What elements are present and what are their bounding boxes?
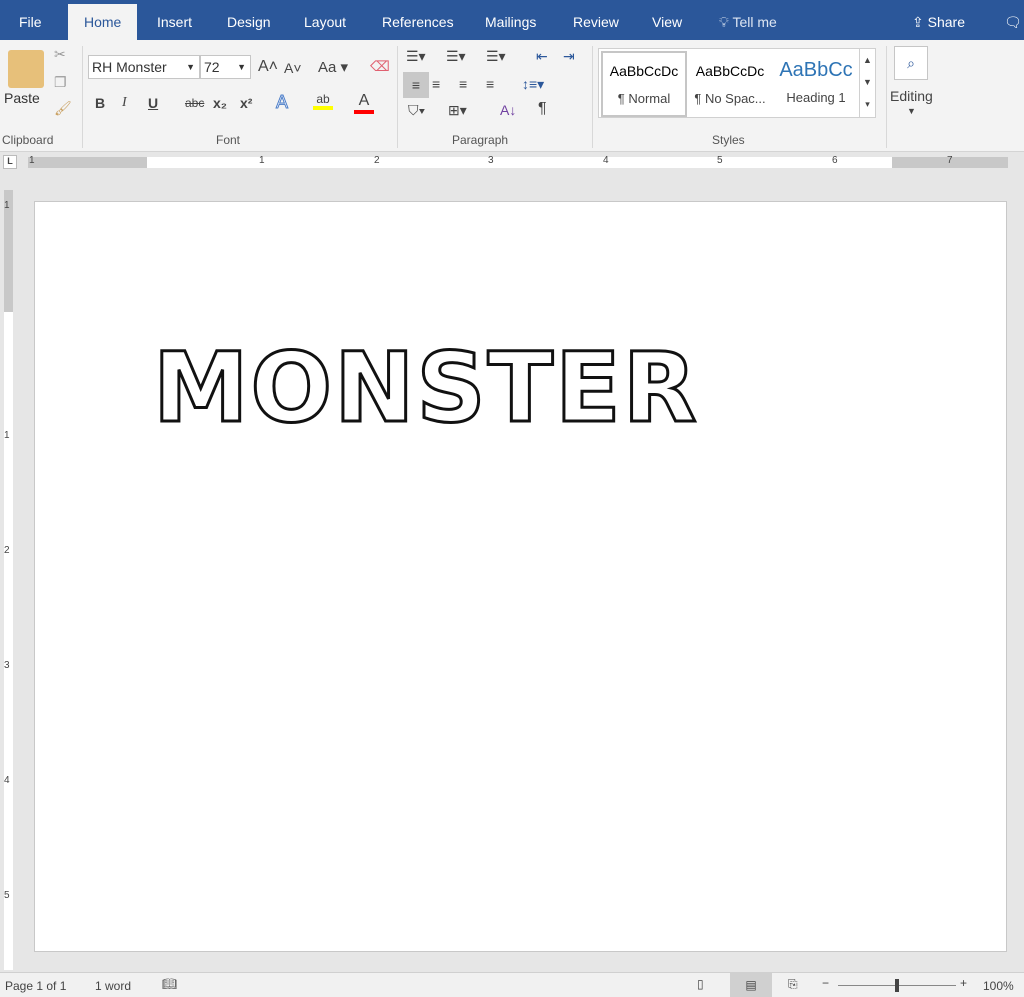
read-mode-icon[interactable]: ▯ [697, 977, 704, 991]
ruler-mark: 6 [832, 155, 838, 166]
copy-icon[interactable]: ❐ [54, 74, 67, 91]
editing-button[interactable]: Editing [890, 88, 933, 104]
comments-icon[interactable]: 🗨︎ [990, 0, 1024, 40]
decrease-indent-icon[interactable]: ⇤ [536, 48, 548, 65]
tab-home[interactable]: Home [68, 4, 138, 40]
ruler-mark: 1 [4, 430, 10, 441]
ruler-mark: 7 [947, 155, 953, 166]
italic-button[interactable]: I [122, 95, 127, 111]
tab-review[interactable]: Review [559, 0, 633, 40]
increase-indent-icon[interactable]: ⇥ [563, 48, 575, 65]
word-count[interactable]: 1 word [95, 979, 131, 993]
ruler-mark: 2 [374, 155, 380, 166]
align-right-icon[interactable]: ≡ [459, 76, 467, 92]
justify-icon[interactable]: ≡ [486, 76, 494, 92]
font-group-label: Font [216, 133, 241, 147]
ruler-mark: 1 [29, 155, 35, 166]
status-bar: Page 1 of 1 1 word 📖︎ ▯ ▤ ⎘ − + 100% [0, 972, 1024, 997]
tab-selector[interactable]: L [3, 155, 17, 169]
font-size-dropdown[interactable]: 72 ▼ [200, 55, 251, 79]
zoom-out-button[interactable]: − [822, 976, 829, 990]
strikethrough-button[interactable]: abc [185, 96, 204, 110]
borders-icon[interactable]: ⊞▾ [448, 102, 467, 119]
proofing-icon[interactable]: 📖︎ [162, 977, 177, 991]
text-effects-icon[interactable]: A [275, 92, 288, 113]
cut-icon[interactable]: ✂ [54, 46, 66, 63]
divider [886, 46, 887, 148]
tab-layout[interactable]: Layout [290, 0, 360, 40]
bullets-icon[interactable]: ☰▾ [406, 48, 426, 65]
ruler-mark: 5 [4, 890, 10, 901]
tab-design[interactable]: Design [213, 0, 285, 40]
shading-icon[interactable]: ⛉▾ [408, 102, 425, 119]
paragraph-group-label: Paragraph [452, 133, 509, 147]
zoom-level[interactable]: 100% [983, 979, 1014, 993]
print-layout-icon[interactable]: ▤ [730, 973, 772, 997]
clear-formatting-icon[interactable]: ⌫ [370, 58, 390, 75]
document-page[interactable]: MONSTER [34, 201, 1007, 952]
superscript-button[interactable]: x² [240, 95, 252, 111]
numbering-icon[interactable]: ☰▾ [446, 48, 466, 65]
underline-button[interactable]: U [148, 95, 158, 111]
sort-icon[interactable]: A↓ [500, 102, 516, 118]
tab-insert[interactable]: Insert [143, 0, 206, 40]
share-icon: ⇪ [912, 14, 924, 30]
chevron-down-icon: ▼ [907, 106, 916, 116]
show-formatting-icon[interactable]: ¶ [538, 100, 547, 118]
styles-group-label: Styles [712, 133, 745, 147]
divider [397, 46, 398, 148]
align-left-icon[interactable]: ≡ [403, 72, 429, 98]
bold-button[interactable]: B [95, 95, 105, 111]
styles-gallery: AaBbCcDc ¶ Normal AaBbCcDc ¶ No Spac... Aa… [598, 48, 876, 118]
zoom-slider-thumb[interactable] [895, 979, 899, 992]
font-name-dropdown[interactable]: RH Monster ▼ [88, 55, 200, 79]
ruler-mark: 2 [4, 545, 10, 556]
clipboard-group-label: Clipboard [2, 133, 54, 147]
vertical-ruler[interactable]: 1 1 2 3 4 5 [0, 190, 16, 970]
style-no-spacing[interactable]: AaBbCcDc ¶ No Spac... [687, 51, 773, 117]
tell-me[interactable]: 💡︎ Tell me [705, 0, 791, 40]
ruler-mark: 5 [717, 155, 723, 166]
divider [592, 46, 593, 148]
paste-icon[interactable] [8, 50, 44, 88]
highlight-icon[interactable]: ab [313, 92, 333, 110]
page-count[interactable]: Page 1 of 1 [5, 979, 66, 993]
divider [82, 46, 83, 148]
ruler-mark: 1 [4, 200, 10, 211]
tab-file[interactable]: File [5, 0, 56, 40]
ruler-mark: 4 [4, 775, 10, 786]
share-button[interactable]: ⇪ Share [898, 0, 979, 40]
search-icon[interactable]: ⌕ [894, 46, 928, 80]
tab-view[interactable]: View [638, 0, 696, 40]
ribbon-tabs: File Home Insert Design Layout Reference… [0, 0, 1024, 40]
tab-references[interactable]: References [368, 0, 468, 40]
lightbulb-icon: 💡︎ [719, 14, 729, 30]
font-color-icon[interactable]: A [354, 92, 374, 114]
format-painter-icon[interactable]: 🖌︎ [54, 100, 72, 117]
zoom-in-button[interactable]: + [960, 976, 967, 990]
change-case-button[interactable]: Aa ▾ [318, 58, 348, 76]
ruler-mark: 3 [488, 155, 494, 166]
chevron-down-icon: ▼ [186, 62, 195, 72]
grow-font-icon[interactable]: A˄ [258, 58, 278, 76]
ruler-mark: 4 [603, 155, 609, 166]
ruler-mark: 1 [259, 155, 265, 166]
multilevel-list-icon[interactable]: ☰▾ [486, 48, 506, 65]
style-normal[interactable]: AaBbCcDc ¶ Normal [601, 51, 687, 117]
styles-scroll[interactable]: ▲ ▼ ▾ [859, 49, 875, 117]
ribbon: Paste ✂ ❐ 🖌︎ Clipboard RH Monster ▼ 72 ▼ A… [0, 40, 1024, 152]
chevron-down-icon: ▼ [237, 62, 246, 72]
style-heading-1[interactable]: AaBbCc Heading 1 [773, 51, 859, 117]
subscript-button[interactable]: x₂ [213, 95, 227, 111]
tab-mailings[interactable]: Mailings [471, 0, 550, 40]
line-spacing-icon[interactable]: ↕≡▾ [522, 76, 544, 93]
paste-button[interactable]: Paste [4, 90, 40, 106]
align-center-icon[interactable]: ≡ [432, 76, 440, 92]
horizontal-ruler[interactable]: L 1 1 2 3 4 5 6 7 [0, 152, 1024, 172]
shrink-font-icon[interactable]: A˅ [284, 60, 302, 76]
ruler-mark: 3 [4, 660, 10, 671]
web-layout-icon[interactable]: ⎘ [788, 977, 798, 992]
document-text[interactable]: MONSTER [152, 331, 699, 446]
